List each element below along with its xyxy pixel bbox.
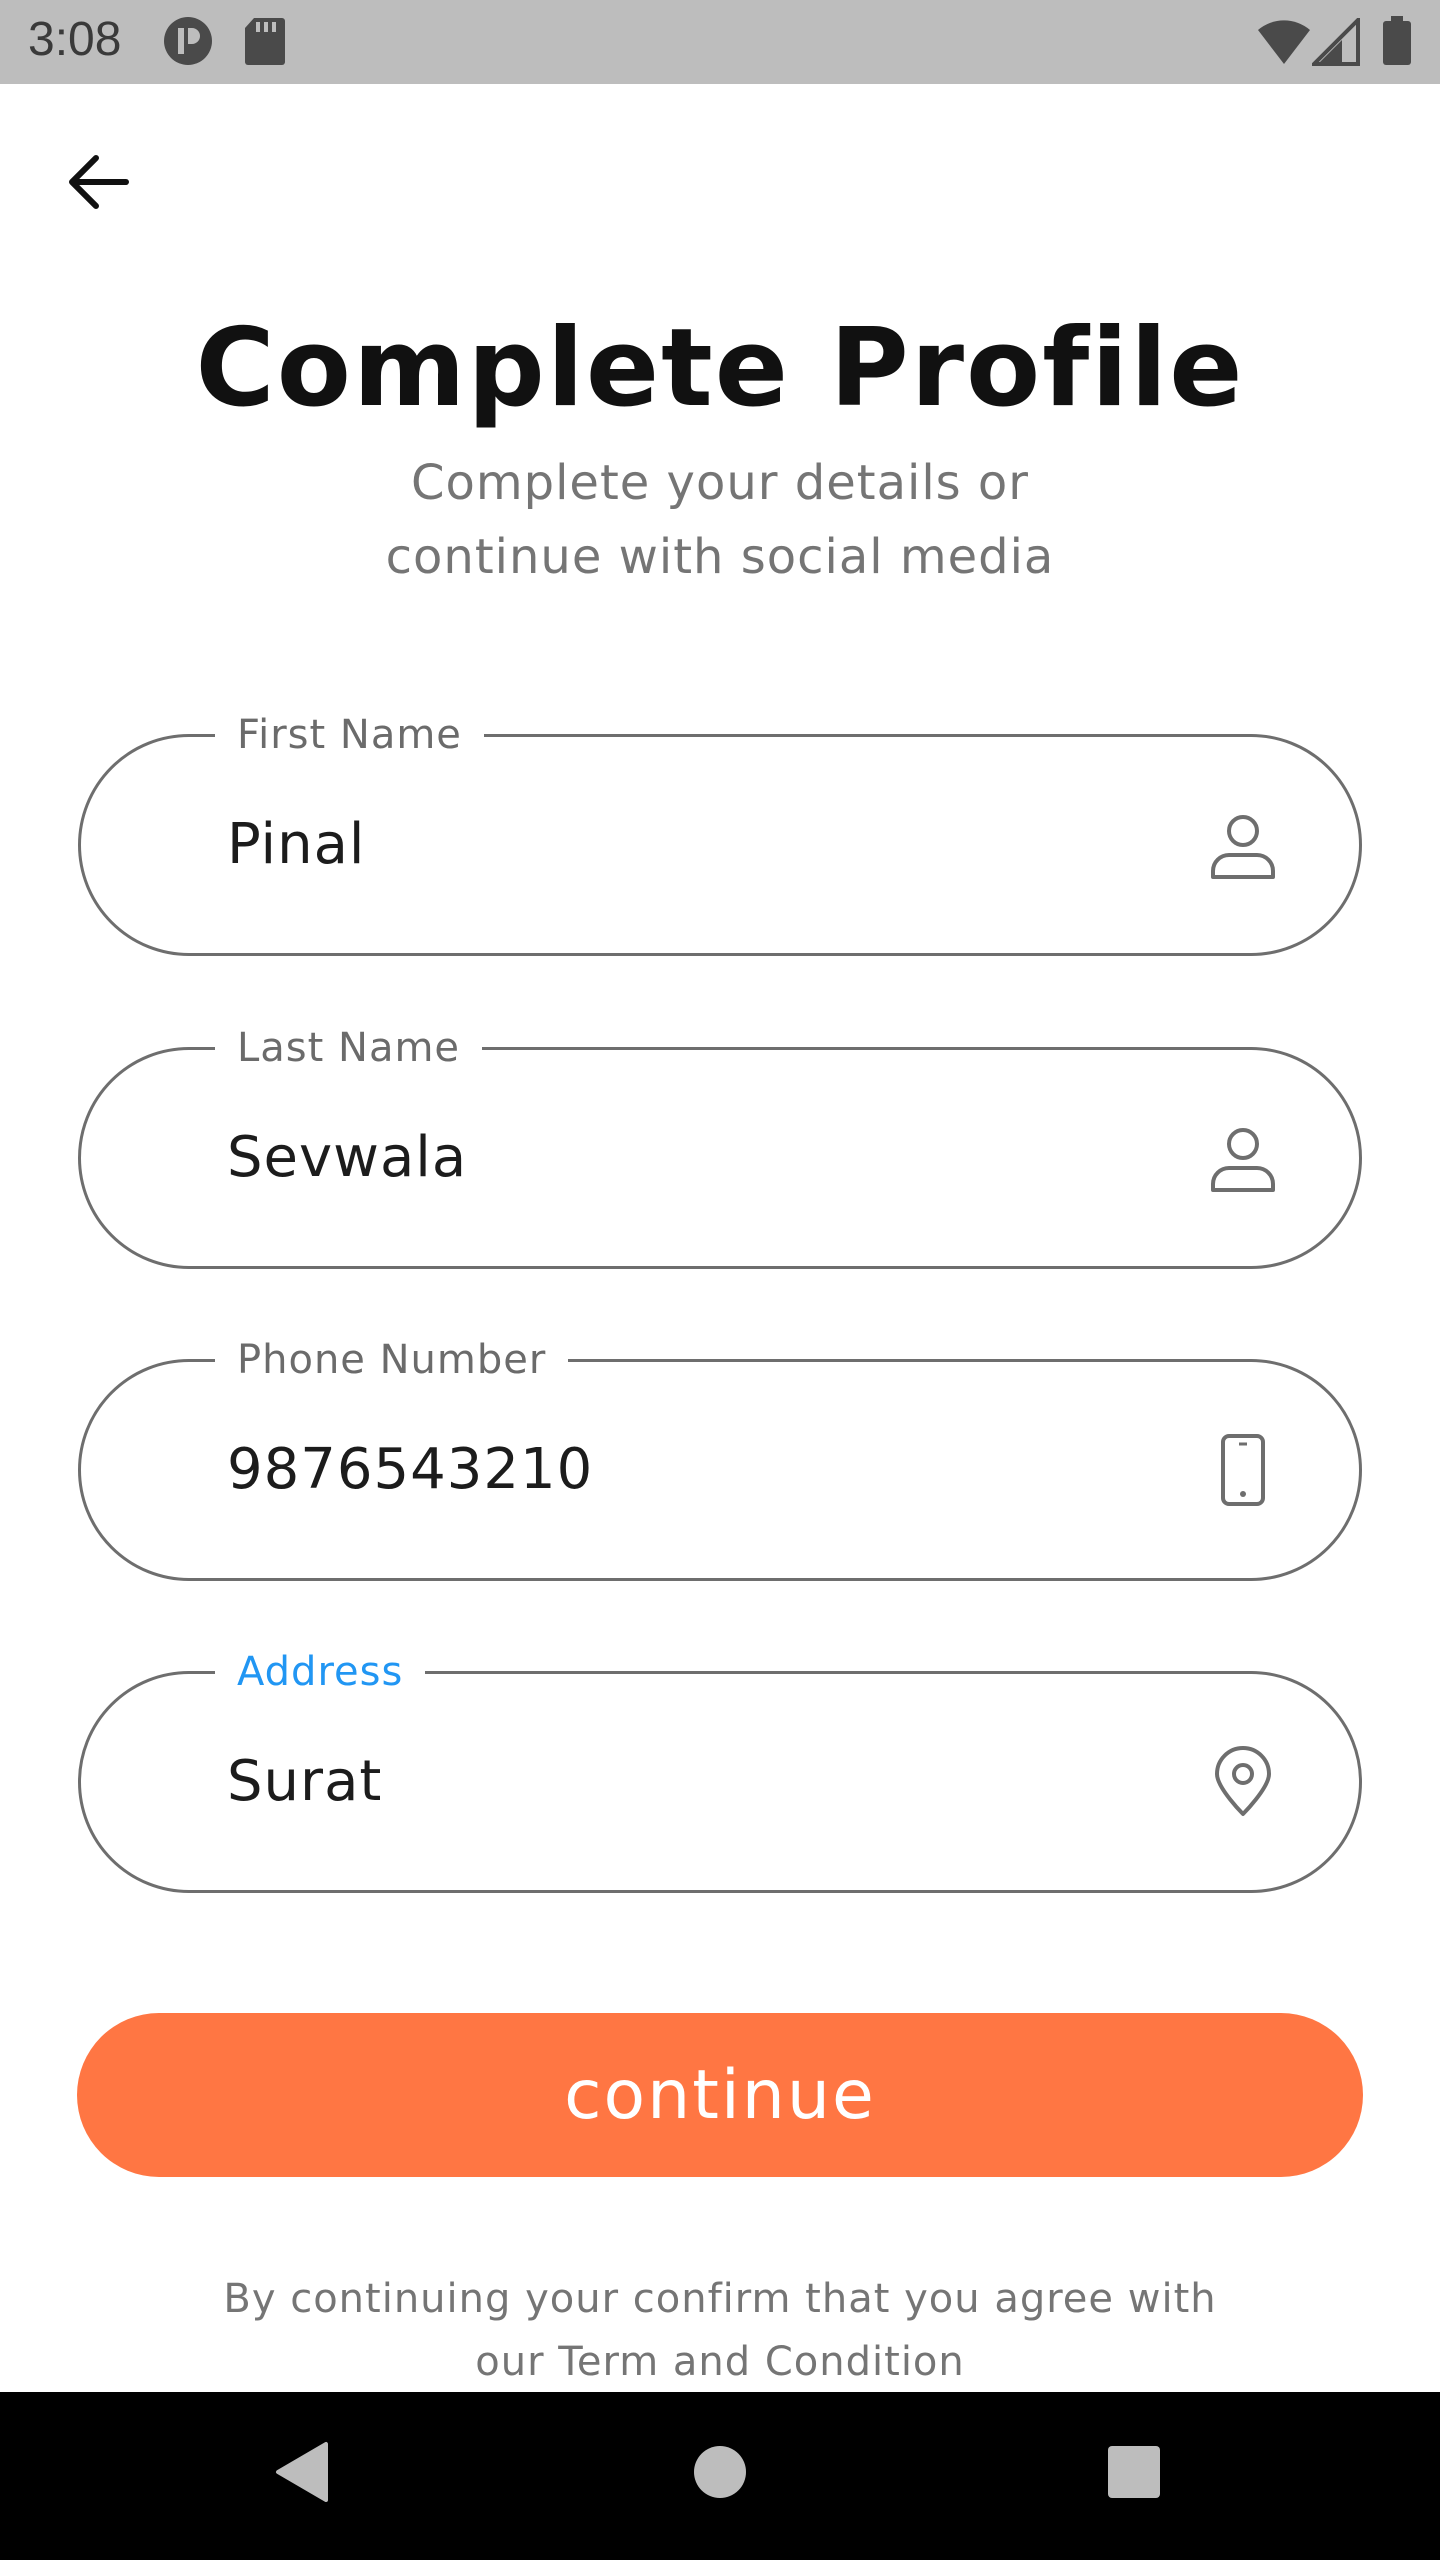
- phone-number-input[interactable]: [227, 1362, 1127, 1578]
- nav-home-button[interactable]: [680, 2432, 760, 2512]
- battery-icon: [1382, 16, 1412, 66]
- user-icon: [1207, 1122, 1279, 1194]
- first-name-input[interactable]: [227, 737, 1127, 953]
- circle-home-icon: [694, 2446, 746, 2498]
- status-time: 3:08: [28, 13, 122, 66]
- phone-icon: [1207, 1434, 1279, 1506]
- app-notification-icon: [163, 16, 213, 66]
- triangle-back-icon: [276, 2442, 328, 2502]
- status-bar: 3:08: [0, 0, 1440, 84]
- first-name-field[interactable]: First Name: [78, 707, 1362, 956]
- nav-back-button[interactable]: [262, 2432, 342, 2512]
- address-input[interactable]: [227, 1674, 1127, 1890]
- address-field[interactable]: Address: [78, 1644, 1362, 1893]
- arrow-left-icon: [69, 155, 129, 209]
- sd-card-icon: [244, 16, 286, 66]
- wifi-icon: [1256, 20, 1312, 66]
- page-title: Complete Profile: [195, 306, 1245, 431]
- continue-button[interactable]: continue: [77, 2013, 1363, 2177]
- square-recents-icon: [1108, 2446, 1160, 2498]
- location-pin-icon: [1207, 1746, 1279, 1818]
- navigation-bar: [0, 2392, 1440, 2560]
- phone-number-field[interactable]: Phone Number: [78, 1332, 1362, 1581]
- page-subtitle: Complete your details or continue with s…: [385, 455, 1055, 585]
- cell-signal-icon: [1309, 15, 1362, 66]
- back-button[interactable]: [58, 146, 138, 218]
- terms-text: By continuing your confirm that you agre…: [223, 2276, 1217, 2385]
- nav-recents-button[interactable]: [1094, 2432, 1174, 2512]
- last-name-field[interactable]: Last Name: [78, 1020, 1362, 1269]
- user-icon: [1207, 809, 1279, 881]
- last-name-input[interactable]: [227, 1050, 1127, 1266]
